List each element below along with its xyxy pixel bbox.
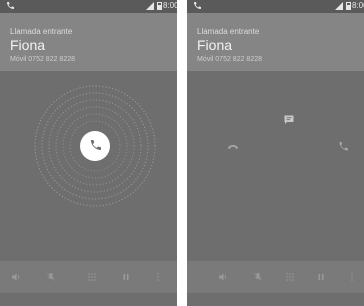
call-status-label: Llamada entrante [197,27,260,36]
status-bar: 8:00 [187,0,364,13]
status-time: 8:00 [352,1,364,10]
call-action-area [187,71,364,261]
speaker-icon[interactable] [11,272,21,282]
dialpad-icon[interactable] [87,272,97,282]
mute-icon[interactable] [46,272,56,282]
caller-name: Fiona [197,37,233,53]
navigation-area [187,293,364,306]
caller-number: Móvil 0752 822 8228 [10,56,75,63]
dialpad-icon[interactable] [285,272,295,282]
phone-icon [7,2,14,9]
answer-icon[interactable] [337,141,349,153]
status-time: 8:00 [163,1,177,10]
signal-icon [146,2,154,10]
mute-icon[interactable] [253,272,263,282]
answer-call-button[interactable] [80,131,110,161]
more-icon[interactable] [347,272,357,282]
speaker-icon[interactable] [218,272,228,282]
hold-icon[interactable] [316,272,326,282]
battery-icon [157,2,162,10]
message-icon[interactable] [283,114,295,126]
navigation-area [0,293,177,306]
call-controls-bar [187,261,364,293]
caller-info-panel: Llamada entrante Fiona Móvil 0752 822 82… [187,13,364,71]
signal-icon [335,2,343,10]
call-status-label: Llamada entrante [10,27,73,36]
decline-icon[interactable] [227,141,239,153]
incoming-call-screen-ringing: 8:00 Llamada entrante Fiona Móvil 0752 8… [0,0,177,306]
call-action-area [0,71,177,261]
phone-icon [194,2,201,9]
hold-icon[interactable] [121,272,131,282]
more-icon[interactable] [153,272,163,282]
incoming-call-screen-options: 8:00 Llamada entrante Fiona Móvil 0752 8… [187,0,364,306]
ripple-rings-decoration [34,85,156,207]
caller-number: Móvil 0752 822 8228 [197,56,262,63]
status-bar: 8:00 [0,0,177,13]
call-controls-bar [0,261,177,293]
battery-icon [346,2,351,10]
caller-info-panel: Llamada entrante Fiona Móvil 0752 822 82… [0,13,177,71]
phone-handset-icon [91,140,101,150]
caller-name: Fiona [10,37,46,53]
